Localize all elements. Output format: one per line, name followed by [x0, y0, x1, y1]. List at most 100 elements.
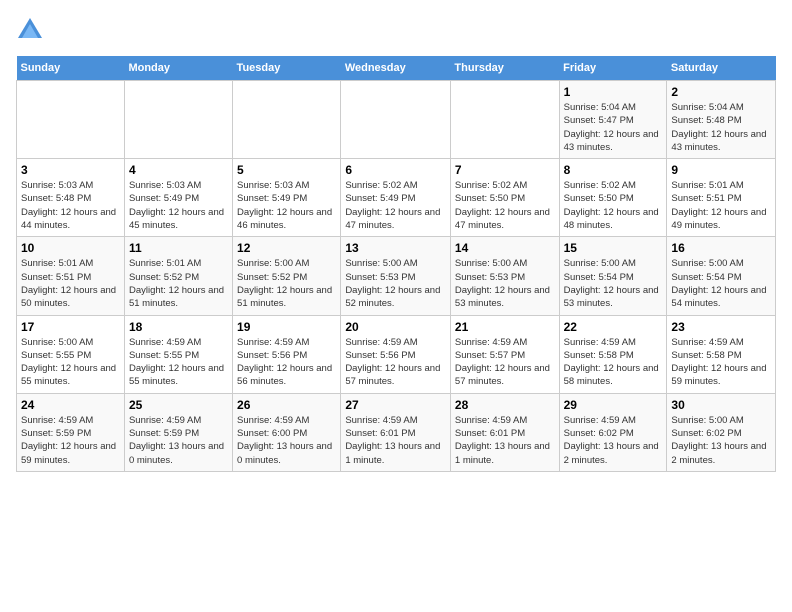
day-info: Sunrise: 5:01 AM Sunset: 5:51 PM Dayligh… [21, 257, 120, 310]
calendar-cell: 2 Sunrise: 5:04 AM Sunset: 5:48 PM Daylig… [667, 81, 776, 159]
day-number: 30 [671, 398, 771, 412]
calendar-cell: 7 Sunrise: 5:02 AM Sunset: 5:50 PM Daylig… [450, 159, 559, 237]
day-info: Sunrise: 5:01 AM Sunset: 5:51 PM Dayligh… [671, 179, 771, 232]
day-info: Sunrise: 5:02 AM Sunset: 5:50 PM Dayligh… [564, 179, 663, 232]
calendar-cell: 30 Sunrise: 5:00 AM Sunset: 6:02 PM Dayli… [667, 393, 776, 471]
logo [16, 16, 46, 44]
day-info: Sunrise: 5:01 AM Sunset: 5:52 PM Dayligh… [129, 257, 228, 310]
calendar-cell: 27Sunrise: 4:59 AM Sunset: 6:01 PM Dayli… [341, 393, 451, 471]
calendar-week-2: 3 Sunrise: 5:03 AM Sunset: 5:48 PM Daylig… [17, 159, 776, 237]
calendar-cell: 16Sunrise: 5:00 AM Sunset: 5:54 PM Dayli… [667, 237, 776, 315]
day-number: 20 [345, 320, 446, 334]
day-number: 23 [671, 320, 771, 334]
calendar-table: SundayMondayTuesdayWednesdayThursdayFrid… [16, 56, 776, 472]
day-number: 6 [345, 163, 446, 177]
day-info: Sunrise: 5:00 AM Sunset: 5:54 PM Dayligh… [564, 257, 663, 310]
calendar-cell: 18 Sunrise: 4:59 AM Sunset: 5:55 PM Dayli… [124, 315, 232, 393]
calendar-cell: 3 Sunrise: 5:03 AM Sunset: 5:48 PM Daylig… [17, 159, 125, 237]
column-header-monday: Monday [124, 56, 232, 81]
day-number: 25 [129, 398, 228, 412]
day-info: Sunrise: 5:00 AM Sunset: 5:55 PM Dayligh… [21, 336, 120, 389]
day-info: Sunrise: 5:00 AM Sunset: 5:53 PM Dayligh… [455, 257, 555, 310]
calendar-header-row: SundayMondayTuesdayWednesdayThursdayFrid… [17, 56, 776, 81]
day-number: 14 [455, 241, 555, 255]
calendar-cell: 11 Sunrise: 5:01 AM Sunset: 5:52 PM Dayli… [124, 237, 232, 315]
day-info: Sunrise: 4:59 AM Sunset: 5:58 PM Dayligh… [671, 336, 771, 389]
calendar-cell: 29 Sunrise: 4:59 AM Sunset: 6:02 PM Dayli… [559, 393, 667, 471]
calendar-week-4: 17 Sunrise: 5:00 AM Sunset: 5:55 PM Dayli… [17, 315, 776, 393]
day-number: 22 [564, 320, 663, 334]
column-header-friday: Friday [559, 56, 667, 81]
calendar-cell: 19 Sunrise: 4:59 AM Sunset: 5:56 PM Dayli… [233, 315, 341, 393]
calendar-cell: 1 Sunrise: 5:04 AM Sunset: 5:47 PM Daylig… [559, 81, 667, 159]
calendar-cell: 22 Sunrise: 4:59 AM Sunset: 5:58 PM Dayli… [559, 315, 667, 393]
day-info: Sunrise: 5:03 AM Sunset: 5:48 PM Dayligh… [21, 179, 120, 232]
day-info: Sunrise: 5:04 AM Sunset: 5:48 PM Dayligh… [671, 101, 771, 154]
day-number: 19 [237, 320, 336, 334]
calendar-cell: 13 Sunrise: 5:00 AM Sunset: 5:53 PM Dayli… [341, 237, 451, 315]
day-number: 10 [21, 241, 120, 255]
calendar-cell: 4 Sunrise: 5:03 AM Sunset: 5:49 PM Daylig… [124, 159, 232, 237]
column-header-tuesday: Tuesday [233, 56, 341, 81]
calendar-cell: 26Sunrise: 4:59 AM Sunset: 6:00 PM Dayli… [233, 393, 341, 471]
column-header-sunday: Sunday [17, 56, 125, 81]
day-number: 24 [21, 398, 120, 412]
day-info: Sunrise: 5:00 AM Sunset: 5:53 PM Dayligh… [345, 257, 446, 310]
calendar-week-3: 10 Sunrise: 5:01 AM Sunset: 5:51 PM Dayli… [17, 237, 776, 315]
day-number: 11 [129, 241, 228, 255]
day-number: 26 [237, 398, 336, 412]
day-number: 17 [21, 320, 120, 334]
column-header-wednesday: Wednesday [341, 56, 451, 81]
day-info: Sunrise: 5:02 AM Sunset: 5:49 PM Dayligh… [345, 179, 446, 232]
day-number: 15 [564, 241, 663, 255]
calendar-week-5: 24 Sunrise: 4:59 AM Sunset: 5:59 PM Dayli… [17, 393, 776, 471]
day-info: Sunrise: 5:04 AM Sunset: 5:47 PM Dayligh… [564, 101, 663, 154]
day-number: 28 [455, 398, 555, 412]
calendar-cell: 23 Sunrise: 4:59 AM Sunset: 5:58 PM Dayli… [667, 315, 776, 393]
calendar-cell: 5Sunrise: 5:03 AM Sunset: 5:49 PM Daylig… [233, 159, 341, 237]
calendar-cell: 25 Sunrise: 4:59 AM Sunset: 5:59 PM Dayli… [124, 393, 232, 471]
day-info: Sunrise: 4:59 AM Sunset: 5:56 PM Dayligh… [345, 336, 446, 389]
day-number: 13 [345, 241, 446, 255]
calendar-cell: 10 Sunrise: 5:01 AM Sunset: 5:51 PM Dayli… [17, 237, 125, 315]
page-header [16, 16, 776, 44]
day-number: 29 [564, 398, 663, 412]
calendar-cell: 6 Sunrise: 5:02 AM Sunset: 5:49 PM Daylig… [341, 159, 451, 237]
calendar-cell: 21Sunrise: 4:59 AM Sunset: 5:57 PM Dayli… [450, 315, 559, 393]
day-info: Sunrise: 5:02 AM Sunset: 5:50 PM Dayligh… [455, 179, 555, 232]
day-info: Sunrise: 4:59 AM Sunset: 5:59 PM Dayligh… [21, 414, 120, 467]
day-info: Sunrise: 4:59 AM Sunset: 6:02 PM Dayligh… [564, 414, 663, 467]
day-number: 2 [671, 85, 771, 99]
day-number: 4 [129, 163, 228, 177]
column-header-thursday: Thursday [450, 56, 559, 81]
day-info: Sunrise: 4:59 AM Sunset: 5:58 PM Dayligh… [564, 336, 663, 389]
day-info: Sunrise: 4:59 AM Sunset: 5:59 PM Dayligh… [129, 414, 228, 467]
day-info: Sunrise: 5:00 AM Sunset: 5:54 PM Dayligh… [671, 257, 771, 310]
calendar-cell [233, 81, 341, 159]
calendar-week-1: 1 Sunrise: 5:04 AM Sunset: 5:47 PM Daylig… [17, 81, 776, 159]
day-info: Sunrise: 4:59 AM Sunset: 5:55 PM Dayligh… [129, 336, 228, 389]
day-number: 18 [129, 320, 228, 334]
day-number: 9 [671, 163, 771, 177]
day-info: Sunrise: 4:59 AM Sunset: 6:01 PM Dayligh… [345, 414, 446, 467]
calendar-cell: 12Sunrise: 5:00 AM Sunset: 5:52 PM Dayli… [233, 237, 341, 315]
day-info: Sunrise: 4:59 AM Sunset: 6:01 PM Dayligh… [455, 414, 555, 467]
day-info: Sunrise: 4:59 AM Sunset: 5:56 PM Dayligh… [237, 336, 336, 389]
calendar-cell: 15 Sunrise: 5:00 AM Sunset: 5:54 PM Dayli… [559, 237, 667, 315]
day-number: 7 [455, 163, 555, 177]
calendar-cell: 20 Sunrise: 4:59 AM Sunset: 5:56 PM Dayli… [341, 315, 451, 393]
day-info: Sunrise: 5:00 AM Sunset: 6:02 PM Dayligh… [671, 414, 771, 467]
day-number: 12 [237, 241, 336, 255]
day-number: 3 [21, 163, 120, 177]
calendar-cell [124, 81, 232, 159]
calendar-cell [341, 81, 451, 159]
day-info: Sunrise: 5:03 AM Sunset: 5:49 PM Dayligh… [237, 179, 336, 232]
day-info: Sunrise: 5:03 AM Sunset: 5:49 PM Dayligh… [129, 179, 228, 232]
day-number: 1 [564, 85, 663, 99]
column-header-saturday: Saturday [667, 56, 776, 81]
day-number: 8 [564, 163, 663, 177]
day-info: Sunrise: 4:59 AM Sunset: 5:57 PM Dayligh… [455, 336, 555, 389]
calendar-cell: 24 Sunrise: 4:59 AM Sunset: 5:59 PM Dayli… [17, 393, 125, 471]
calendar-cell: 28 Sunrise: 4:59 AM Sunset: 6:01 PM Dayli… [450, 393, 559, 471]
calendar-cell: 14 Sunrise: 5:00 AM Sunset: 5:53 PM Dayli… [450, 237, 559, 315]
